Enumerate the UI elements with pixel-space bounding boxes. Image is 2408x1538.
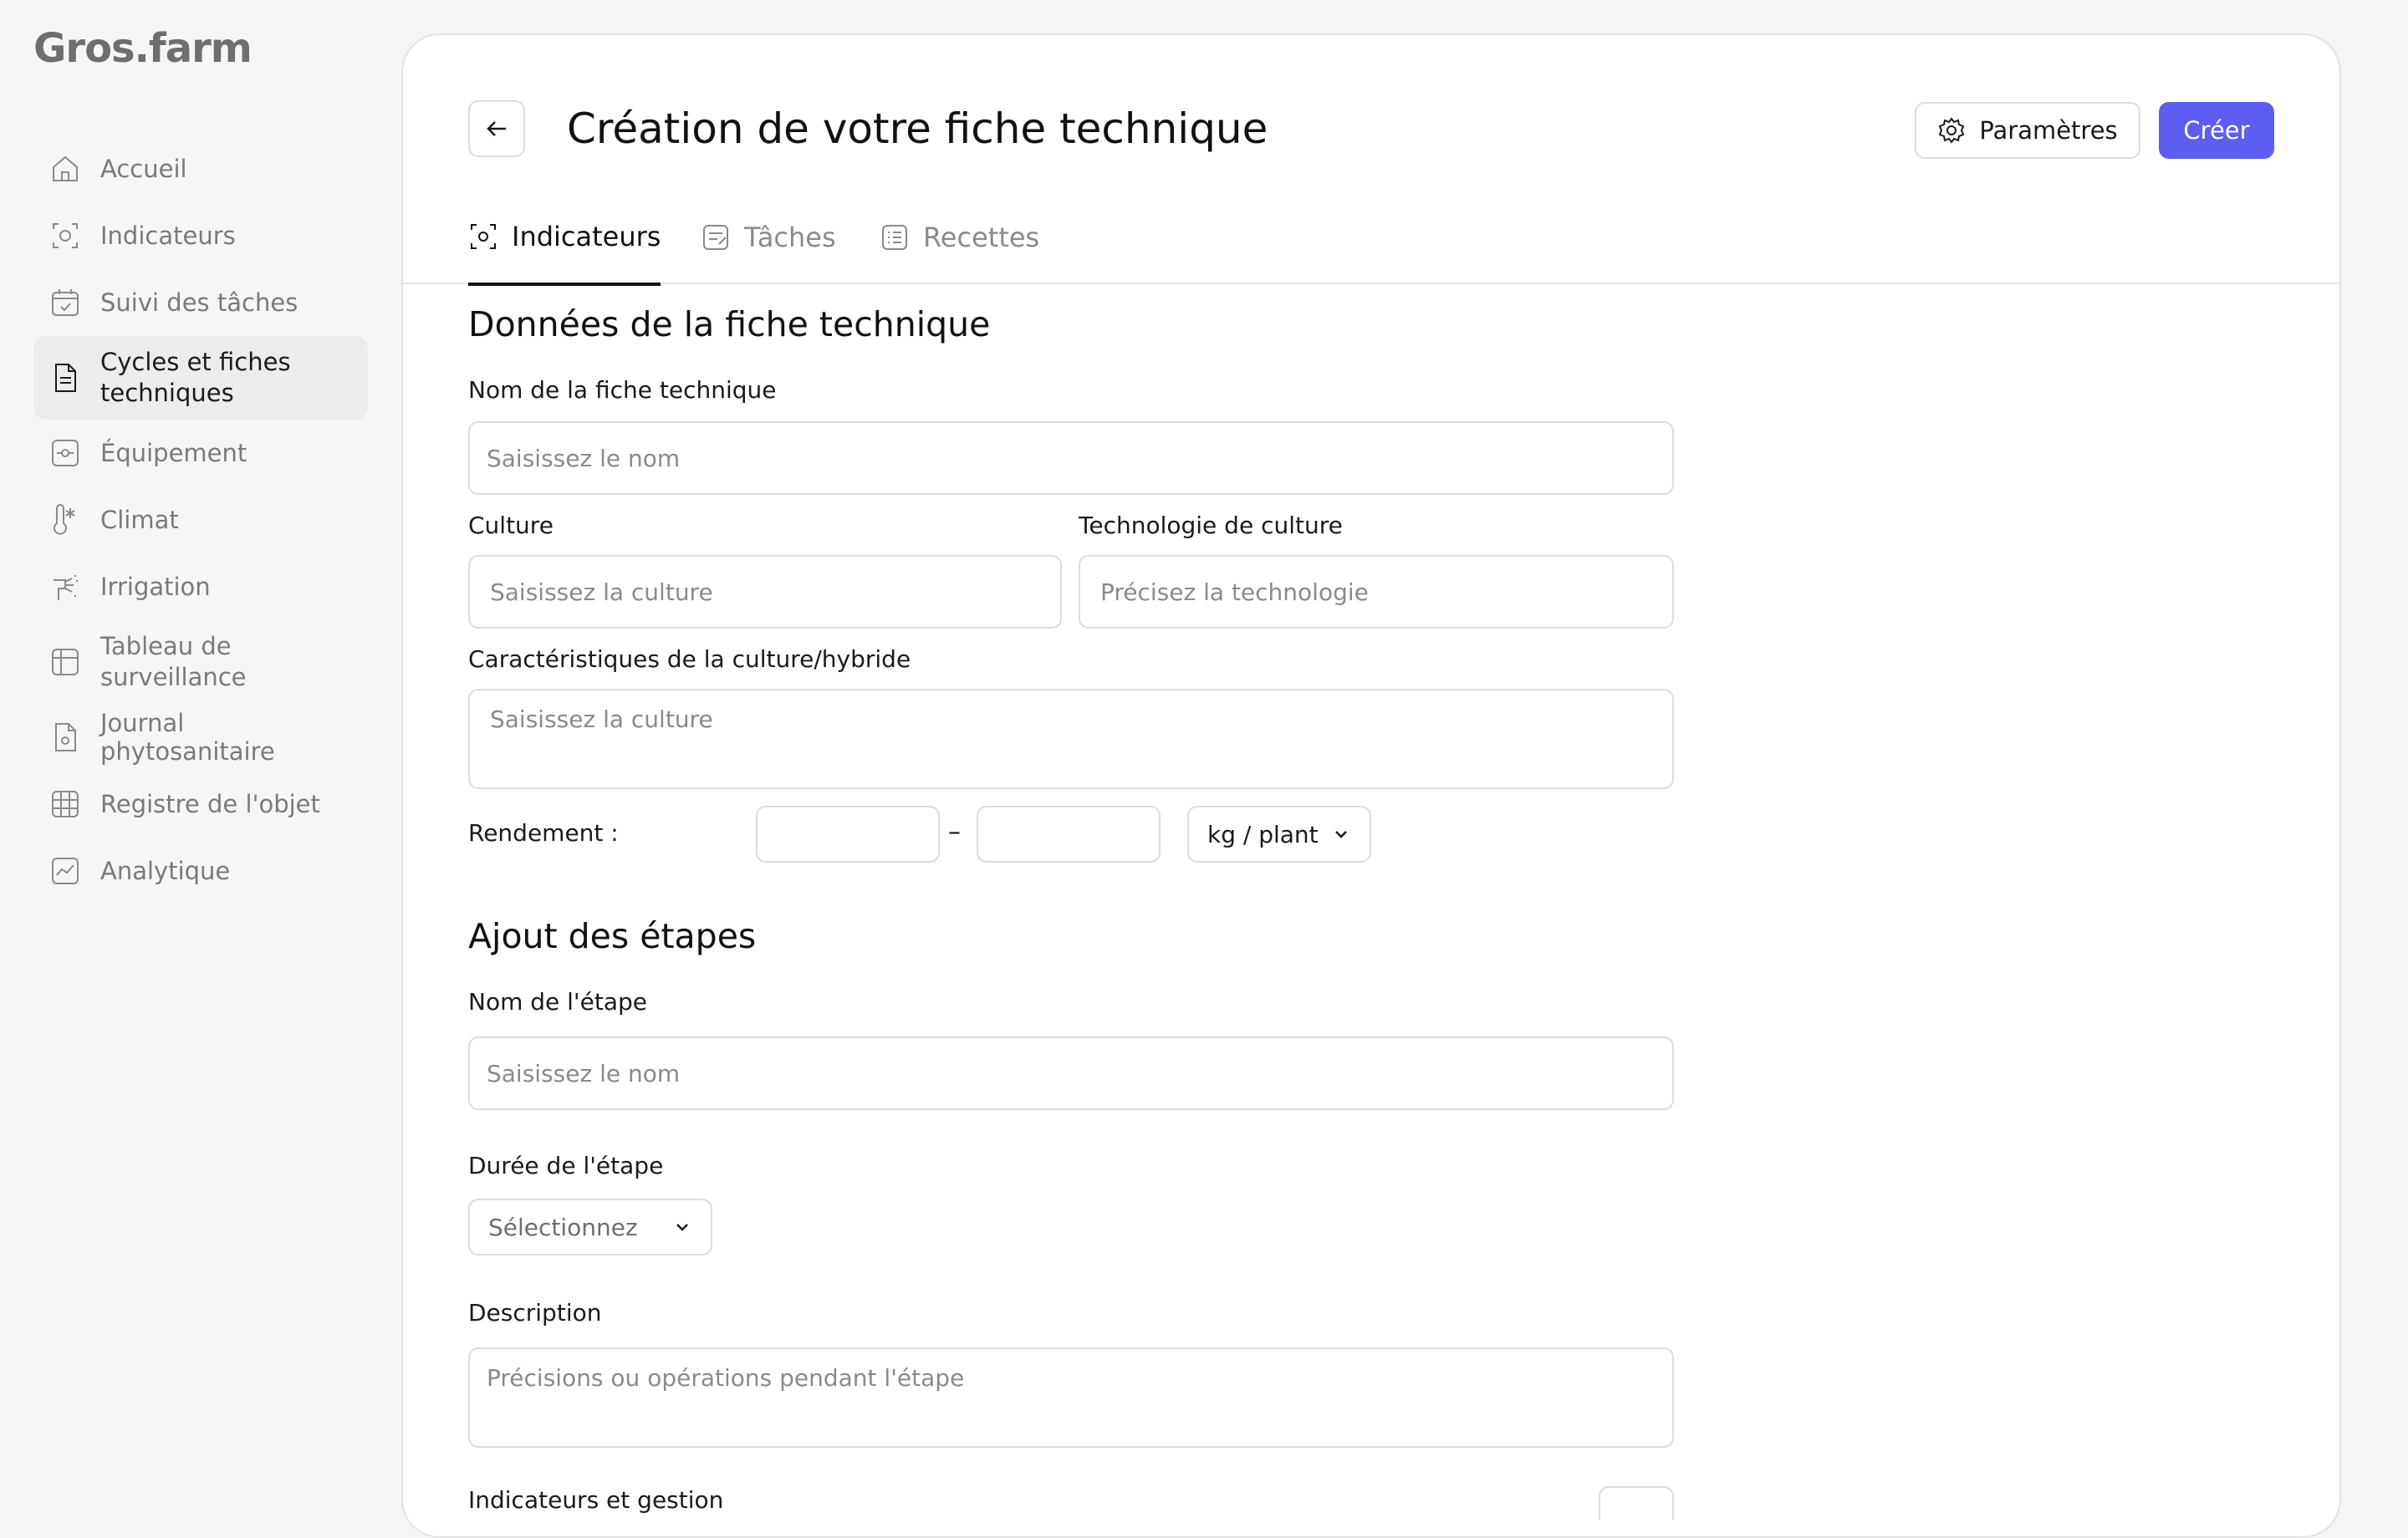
sidebar-item-label: Tableau de surveillance	[100, 632, 247, 691]
sidebar-item-irrigation[interactable]: Irrigation	[33, 553, 368, 620]
sidebar-item-label: Climat	[100, 506, 179, 534]
sidebar-item-label: Accueil	[100, 155, 187, 183]
sidebar-item-label: Équipement	[100, 439, 247, 467]
table-icon	[48, 645, 82, 679]
phyto-journal-icon	[48, 721, 82, 754]
settings-button[interactable]: Paramètres	[1915, 102, 2140, 159]
page-title: Création de votre fiche technique	[567, 104, 1268, 153]
equipment-icon	[48, 436, 82, 470]
main-card: Création de votre fiche technique Paramè…	[401, 33, 2341, 1538]
sidebar-nav: Accueil Indicateurs Suivi des tâches Cyc…	[33, 135, 368, 904]
sidebar-item-label: Registre de l'objet	[100, 790, 320, 818]
analytics-icon	[48, 854, 82, 888]
home-icon	[48, 152, 82, 186]
yield-max-input[interactable]	[977, 806, 1161, 863]
sidebar-item-label: Cycles et fiches techniques	[100, 348, 291, 407]
yield-separator: –	[948, 817, 961, 847]
yield-label: Rendement :	[468, 819, 619, 847]
chevron-down-icon	[676, 1224, 688, 1231]
sidebar-item-analytique[interactable]: Analytique	[33, 838, 368, 904]
description-label: Description	[468, 1299, 602, 1327]
settings-button-label: Paramètres	[1979, 116, 2118, 145]
step-name-input[interactable]	[468, 1036, 1674, 1110]
sidebar: Gros.farm Accueil Indicateurs Suivi des …	[0, 0, 393, 1505]
sensor-icon	[48, 219, 82, 252]
sidebar-item-label: Irrigation	[100, 573, 211, 601]
traits-textarea[interactable]	[468, 689, 1674, 789]
tab-bar: Indicateurs Tâches Recettes	[403, 207, 2339, 286]
gear-icon	[1939, 117, 1965, 144]
sidebar-item-indicateurs[interactable]: Indicateurs	[33, 202, 368, 269]
culture-label: Culture	[468, 512, 554, 539]
create-button[interactable]: Créer	[2159, 102, 2274, 159]
tab-recettes[interactable]: Recettes	[880, 207, 1039, 284]
grid-icon	[48, 787, 82, 821]
back-button[interactable]	[468, 100, 525, 157]
yield-unit-value: kg / plant	[1207, 820, 1319, 848]
document-icon	[48, 361, 82, 395]
culture-input[interactable]	[468, 555, 1062, 629]
sidebar-item-label: Indicateurs	[100, 222, 236, 250]
name-label: Nom de la fiche technique	[468, 376, 777, 404]
thermometer-icon	[48, 503, 82, 537]
sidebar-item-journal-phytosanitaire[interactable]: Journal phytosanitaire	[33, 704, 368, 771]
sidebar-item-accueil[interactable]: Accueil	[33, 135, 368, 202]
sidebar-item-label: Journal phytosanitaire	[100, 709, 275, 766]
sidebar-item-registre-objet[interactable]: Registre de l'objet	[33, 771, 368, 838]
sidebar-item-cycles-fiches[interactable]: Cycles et fiches techniques	[33, 336, 368, 420]
sheet-name-input[interactable]	[468, 421, 1674, 495]
duration-select-value: Sélectionnez	[488, 1213, 638, 1241]
section-title-etapes: Ajout des étapes	[468, 916, 757, 956]
sidebar-item-equipement[interactable]: Équipement	[33, 420, 368, 486]
tab-taches[interactable]: Tâches	[701, 207, 836, 284]
duration-select[interactable]: Sélectionnez	[468, 1199, 712, 1255]
step-name-label: Nom de l'étape	[468, 988, 647, 1016]
description-textarea[interactable]	[468, 1347, 1674, 1448]
sensor-icon	[471, 224, 496, 249]
tab-label: Indicateurs	[512, 221, 661, 252]
duration-label: Durée de l'étape	[468, 1152, 664, 1179]
yield-unit-select[interactable]: kg / plant	[1187, 806, 1371, 863]
traits-label: Caractéristiques de la culture/hybride	[468, 645, 911, 673]
sidebar-item-label: Analytique	[100, 857, 231, 885]
technology-label: Technologie de culture	[1079, 512, 1343, 539]
section-title-donnees: Données de la fiche technique	[468, 304, 991, 344]
calendar-check-icon	[48, 286, 82, 319]
tab-indicateurs[interactable]: Indicateurs	[468, 207, 661, 286]
app-logo[interactable]: Gros.farm	[33, 25, 253, 72]
sidebar-item-label: Suivi des tâches	[100, 288, 298, 317]
technology-input[interactable]	[1079, 555, 1674, 629]
tab-label: Recettes	[923, 222, 1040, 253]
indicators-toggle-box[interactable]	[1599, 1486, 1674, 1520]
arrow-left-icon	[487, 121, 506, 136]
sidebar-item-suivi-taches[interactable]: Suivi des tâches	[33, 269, 368, 336]
tab-label: Tâches	[744, 222, 836, 253]
indicators-management-label: Indicateurs et gestion	[468, 1486, 724, 1514]
chevron-down-icon	[1335, 831, 1347, 838]
yield-min-input[interactable]	[756, 806, 940, 863]
sidebar-item-climat[interactable]: Climat	[33, 486, 368, 553]
sidebar-item-tableau-surveillance[interactable]: Tableau de surveillance	[33, 620, 368, 704]
list-icon	[882, 225, 907, 250]
irrigation-icon	[48, 570, 82, 603]
task-note-icon	[703, 225, 728, 250]
